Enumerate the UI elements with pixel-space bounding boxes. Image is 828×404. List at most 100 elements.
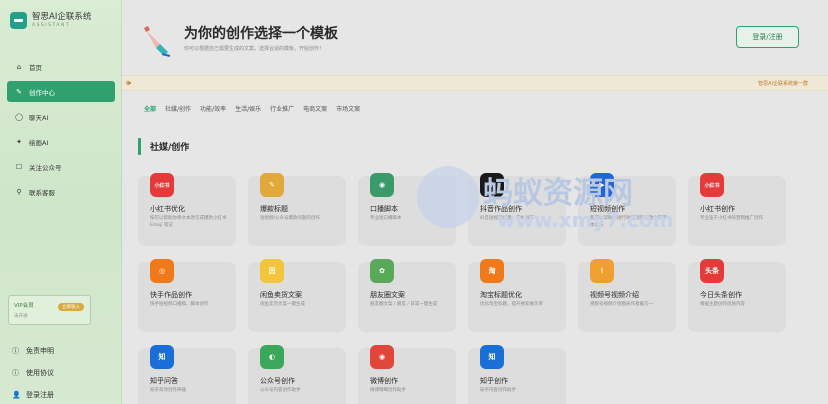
agreement-icon: ⓘ (12, 369, 19, 377)
sidebar-item-3[interactable]: ✦ 绘画AI (7, 131, 115, 152)
card-description: 专业鉴于小红书的营销推广创作 (700, 216, 763, 221)
template-card[interactable]: 知知乎问答知乎高效创作神器 (138, 345, 236, 404)
vip-join-button[interactable]: 立即加入 (58, 303, 84, 311)
video-icon: ▶ (590, 173, 614, 197)
card-description: 知乎内容创作助手 (480, 388, 516, 393)
card-title: 抖音作品创作 (480, 205, 522, 213)
moments-icon: ✿ (370, 259, 394, 283)
create-icon: ✎ (16, 87, 22, 96)
card-title: 短视频创作 (590, 205, 625, 213)
info-icon: ⓘ (12, 347, 19, 355)
tab-4[interactable]: 行业推广 (270, 104, 294, 113)
brand[interactable]: 智思AI企联系统 ASSISTANT (10, 12, 91, 29)
sidebar-item-5[interactable]: ⚲ 联系客服 (7, 181, 115, 202)
notice-text[interactable]: 智思AI企联系统第一群 (758, 80, 808, 87)
sidebar-item-label: 关注公众号 (29, 163, 62, 172)
template-card[interactable]: 田闲鱼卖货文案 闲鱼卖货文案一键生成 (248, 259, 346, 332)
card-title: 爆款标题 (260, 205, 288, 213)
template-card[interactable]: ◉ 微博创作 微博精细创作助手 (358, 345, 456, 404)
template-card[interactable]: ◐ 公众号创作 公众号内容创作助手 (248, 345, 346, 404)
sidebar-item-label: 绘画AI (29, 138, 49, 147)
template-card[interactable]: ✿ 朋友圈文案 朋友圈文案 / 朋友 / 日常一键生成 (358, 259, 456, 332)
zhihu-icon: 知 (150, 345, 174, 369)
sidebar-item-4[interactable]: ☐ 关注公众号 (7, 156, 115, 177)
brand-logo-icon (10, 12, 27, 29)
card-description: 抖音短视频创意，脚本创作 (480, 216, 534, 221)
card-title: 口播脚本 (370, 205, 398, 213)
card-description: 知乎高效创作神器 (150, 388, 186, 393)
bottom-link-2[interactable]: 👤 登录注册 (12, 384, 112, 404)
tab-5[interactable]: 电商文案 (303, 104, 327, 113)
card-title: 朋友圈文案 (370, 291, 405, 299)
tab-0[interactable]: 全部 (144, 104, 156, 113)
card-title: 知乎问答 (150, 377, 178, 385)
card-title: 小红书优化 (150, 205, 185, 213)
toutiao-icon: 头条 (700, 259, 724, 283)
card-description: 根据主题创作优质内容 (700, 302, 745, 307)
vip-card: VIP会员 未开通 立即加入 (8, 295, 91, 325)
card-description: 按可以帮助你将文本改写成爆款小红书 Emoji 笔记 (150, 216, 227, 228)
xianyu-icon: 田 (260, 259, 284, 283)
bottom-link-0[interactable]: ⓘ 免责申明 (12, 340, 112, 362)
card-title: 闲鱼卖货文案 (260, 291, 302, 299)
bottom-link-label: 免责申明 (26, 347, 54, 355)
paint-icon: ✦ (16, 137, 22, 146)
bottom-link-label: 使用协议 (26, 369, 54, 377)
douyin-icon: ♪ (480, 173, 504, 197)
bottom-link-label: 登录注册 (26, 391, 54, 399)
kuaishou-icon: ◎ (150, 259, 174, 283)
card-title: 今日头条创作 (700, 291, 742, 299)
card-description: 我可以帮助你进行短视频的分镜文案脚本创作 (590, 216, 667, 228)
template-card[interactable]: 淘淘宝标题优化 优化淘宝标题，提升搜索展示率 (468, 259, 566, 332)
taobao-icon: 淘 (480, 259, 504, 283)
section-title: 社媒/创作 (150, 143, 190, 153)
home-icon: ⌂ (16, 62, 22, 71)
card-description: 短视频/公众号爆款问题的创作 (260, 216, 321, 221)
template-card[interactable]: 知知乎创作知乎内容创作助手 (468, 345, 566, 404)
login-register-button[interactable]: 登录/注册 (736, 26, 799, 48)
card-title: 知乎创作 (480, 377, 508, 385)
template-card[interactable]: ⌇ 视频号视频介绍 视频号视频介绍图表作者编写一 (578, 259, 676, 332)
card-description: 闲鱼卖货文案一键生成 (260, 302, 305, 307)
pen-icon: ✎ (260, 173, 284, 197)
card-description: 微博精细创作助手 (370, 388, 406, 393)
template-card[interactable]: ♪ 抖音作品创作抖音短视频创意，脚本创作 (468, 173, 566, 246)
template-card[interactable]: 小红书小红书优化按可以帮助你将文本改写成爆款小红书 Emoji 笔记 (138, 173, 236, 246)
xiaohongshu-icon: 小红书 (150, 173, 174, 197)
wechat-mp-icon: ◐ (260, 345, 284, 369)
sidebar-item-2[interactable]: ◯ 聊天AI (7, 106, 115, 127)
card-description: 专业短口播脚本 (370, 216, 402, 221)
tab-2[interactable]: 功能/效率 (200, 104, 226, 113)
card-title: 淘宝标题优化 (480, 291, 522, 299)
vip-status: 未开通 (14, 314, 28, 319)
page-title: 为你的创作选择一个模板 (184, 26, 338, 42)
template-card[interactable]: 小红书小红书创作专业鉴于小红书的营销推广创作 (688, 173, 786, 246)
card-title: 小红书创作 (700, 205, 735, 213)
sidebar-item-label: 联系客服 (29, 188, 55, 197)
bottom-link-1[interactable]: ⓘ 使用协议 (12, 362, 112, 384)
tab-1[interactable]: 社媒/创作 (165, 104, 191, 113)
service-icon: ⚲ (16, 187, 22, 196)
template-card[interactable]: ◉ 口播脚本专业短口播脚本 (358, 173, 456, 246)
template-card[interactable]: ◎ 快手作品创作 快手短视频口播稿、脚本创作 (138, 259, 236, 332)
sidebar-bottom-links: ⓘ 免责申明 ⓘ 使用协议 👤 登录注册 (12, 340, 112, 404)
tab-3[interactable]: 生活/娱乐 (235, 104, 261, 113)
card-description: 公众号内容创作助手 (260, 388, 301, 393)
zhihu-icon: 知 (480, 345, 504, 369)
sidebar-item-1[interactable]: ✎ 创作中心 (7, 81, 115, 102)
template-card[interactable]: ▶ 短视频创作我可以帮助你进行短视频的分镜文案脚本创作 (578, 173, 676, 246)
follow-icon: ☐ (15, 162, 23, 171)
template-card[interactable]: 头条今日头条创作 根据主题创作优质内容 (688, 259, 786, 332)
camera-icon: ◉ (370, 173, 394, 197)
notice-bar: 🕪 智思AI企联系统第一群 (122, 75, 828, 91)
sidebar-item-0[interactable]: ⌂ 首页 (7, 56, 115, 77)
card-description: 快手短视频口播稿、脚本创作 (150, 302, 209, 307)
xiaohongshu-icon: 小红书 (700, 173, 724, 197)
page-subtitle: 你可以根据自己需要生成的文案，选择合适的模板，开始创作！ (184, 46, 325, 52)
section-accent-bar (138, 138, 141, 155)
chat-icon: ◯ (15, 112, 23, 121)
tab-6[interactable]: 市场文案 (336, 104, 360, 113)
template-card[interactable]: ✎ 爆款标题短视频/公众号爆款问题的创作 (248, 173, 346, 246)
sidebar-item-label: 创作中心 (29, 88, 55, 97)
channels-icon: ⌇ (590, 259, 614, 283)
